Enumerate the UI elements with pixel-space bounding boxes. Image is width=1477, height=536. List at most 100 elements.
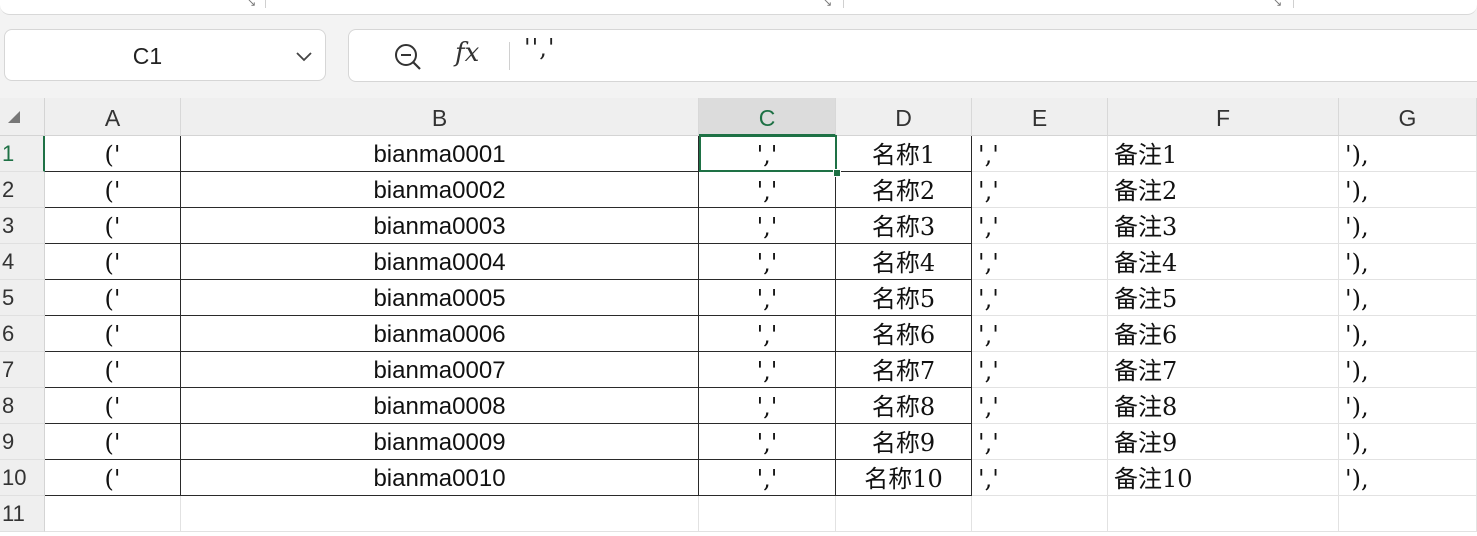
cell-g8[interactable]: '), (1339, 388, 1477, 424)
cell-a5[interactable]: (' (45, 280, 181, 316)
cell-d4[interactable]: 名称4 (836, 244, 972, 280)
dialog-launcher-icon[interactable]: ↘ (823, 0, 832, 9)
row-header[interactable]: 4 (0, 244, 45, 280)
cell-g1[interactable]: '), (1339, 136, 1477, 172)
cell-c11[interactable] (699, 496, 836, 532)
cell-f8[interactable]: 备注8 (1108, 388, 1339, 424)
row-header[interactable]: 11 (0, 496, 45, 532)
cell-g4[interactable]: '), (1339, 244, 1477, 280)
cell-e5[interactable]: ',' (972, 280, 1108, 316)
cell-a11[interactable] (45, 496, 181, 532)
cell-c6[interactable]: ',' (699, 316, 836, 352)
cell-b7[interactable]: bianma0007 (181, 352, 699, 388)
cell-c8[interactable]: ',' (699, 388, 836, 424)
cell-e7[interactable]: ',' (972, 352, 1108, 388)
spreadsheet-grid[interactable]: A B C D E F G 1 (' bianma0001 ',' 名称1 ',' 备注1 '), 2 (' bi… (0, 98, 1477, 536)
row-header[interactable]: 6 (0, 316, 45, 352)
name-box[interactable]: C1 (4, 29, 326, 81)
formula-bar[interactable]: fx '',' (348, 29, 1477, 82)
cell-e2[interactable]: ',' (972, 172, 1108, 208)
cell-c2[interactable]: ',' (699, 172, 836, 208)
cell-c9[interactable]: ',' (699, 424, 836, 460)
select-all-button[interactable] (0, 98, 45, 136)
cell-a6[interactable]: (' (45, 316, 181, 352)
cell-f5[interactable]: 备注5 (1108, 280, 1339, 316)
cell-b11[interactable] (181, 496, 699, 532)
row-header[interactable]: 5 (0, 280, 45, 316)
cell-a8[interactable]: (' (45, 388, 181, 424)
cell-d3[interactable]: 名称3 (836, 208, 972, 244)
cell-d2[interactable]: 名称2 (836, 172, 972, 208)
cell-e11[interactable] (972, 496, 1108, 532)
zoom-formula-icon[interactable] (393, 42, 423, 72)
cell-g3[interactable]: '), (1339, 208, 1477, 244)
cell-c7[interactable]: ',' (699, 352, 836, 388)
cell-f1[interactable]: 备注1 (1108, 136, 1339, 172)
cell-e6[interactable]: ',' (972, 316, 1108, 352)
cell-d6[interactable]: 名称6 (836, 316, 972, 352)
cell-b8[interactable]: bianma0008 (181, 388, 699, 424)
fill-handle[interactable] (833, 169, 841, 177)
cell-g7[interactable]: '), (1339, 352, 1477, 388)
cell-d9[interactable]: 名称9 (836, 424, 972, 460)
column-header-d[interactable]: D (836, 98, 972, 136)
cell-f2[interactable]: 备注2 (1108, 172, 1339, 208)
cell-a4[interactable]: (' (45, 244, 181, 280)
cell-e8[interactable]: ',' (972, 388, 1108, 424)
cell-c1[interactable]: ',' (699, 136, 836, 172)
cell-a1[interactable]: (' (45, 136, 181, 172)
row-header[interactable]: 1 (0, 136, 45, 172)
cell-d7[interactable]: 名称7 (836, 352, 972, 388)
row-header[interactable]: 7 (0, 352, 45, 388)
cell-c4[interactable]: ',' (699, 244, 836, 280)
cell-a3[interactable]: (' (45, 208, 181, 244)
cell-c3[interactable]: ',' (699, 208, 836, 244)
cell-e1[interactable]: ',' (972, 136, 1108, 172)
column-header-a[interactable]: A (45, 98, 181, 136)
cell-f9[interactable]: 备注9 (1108, 424, 1339, 460)
row-header[interactable]: 3 (0, 208, 45, 244)
row-header[interactable]: 10 (0, 460, 45, 496)
cell-b6[interactable]: bianma0006 (181, 316, 699, 352)
cell-f10[interactable]: 备注10 (1108, 460, 1339, 496)
cell-g6[interactable]: '), (1339, 316, 1477, 352)
cell-b9[interactable]: bianma0009 (181, 424, 699, 460)
cell-a10[interactable]: (' (45, 460, 181, 496)
cell-b1[interactable]: bianma0001 (181, 136, 699, 172)
cell-g5[interactable]: '), (1339, 280, 1477, 316)
cell-e10[interactable]: ',' (972, 460, 1108, 496)
cell-e4[interactable]: ',' (972, 244, 1108, 280)
cell-b10[interactable]: bianma0010 (181, 460, 699, 496)
cell-b4[interactable]: bianma0004 (181, 244, 699, 280)
cell-c5[interactable]: ',' (699, 280, 836, 316)
cell-g10[interactable]: '), (1339, 460, 1477, 496)
cell-f7[interactable]: 备注7 (1108, 352, 1339, 388)
cell-b3[interactable]: bianma0003 (181, 208, 699, 244)
cell-a2[interactable]: (' (45, 172, 181, 208)
cell-f11[interactable] (1108, 496, 1339, 532)
cell-d5[interactable]: 名称5 (836, 280, 972, 316)
cell-d10[interactable]: 名称10 (836, 460, 972, 496)
column-header-c[interactable]: C (699, 98, 836, 136)
column-header-b[interactable]: B (181, 98, 699, 136)
column-header-g[interactable]: G (1339, 98, 1477, 136)
row-header[interactable]: 9 (0, 424, 45, 460)
cell-f6[interactable]: 备注6 (1108, 316, 1339, 352)
cell-a9[interactable]: (' (45, 424, 181, 460)
column-header-e[interactable]: E (972, 98, 1108, 136)
chevron-down-icon[interactable] (293, 45, 315, 67)
formula-input[interactable]: '',' (524, 34, 555, 62)
cell-g2[interactable]: '), (1339, 172, 1477, 208)
row-header[interactable]: 8 (0, 388, 45, 424)
cell-e3[interactable]: ',' (972, 208, 1108, 244)
cell-f3[interactable]: 备注3 (1108, 208, 1339, 244)
cell-d8[interactable]: 名称8 (836, 388, 972, 424)
cell-d1[interactable]: 名称1 (836, 136, 972, 172)
cell-b5[interactable]: bianma0005 (181, 280, 699, 316)
cell-b2[interactable]: bianma0002 (181, 172, 699, 208)
cell-d11[interactable] (836, 496, 972, 532)
cell-c10[interactable]: ',' (699, 460, 836, 496)
column-header-f[interactable]: F (1108, 98, 1339, 136)
cell-g11[interactable] (1339, 496, 1477, 532)
cell-a7[interactable]: (' (45, 352, 181, 388)
